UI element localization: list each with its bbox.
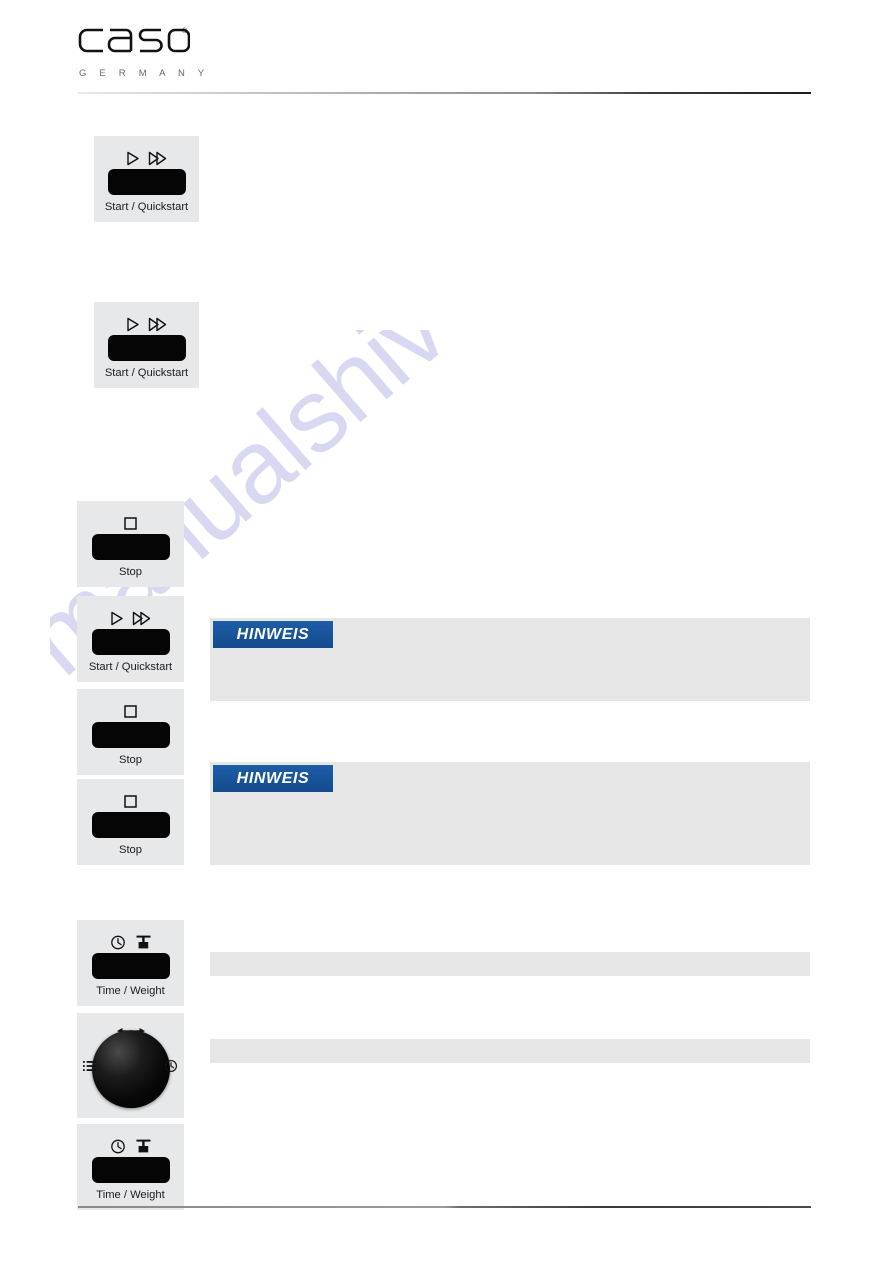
control-tile-start-quickstart-3[interactable]: Start / Quickstart [77, 596, 184, 682]
caso-logo: ® G E R M A N Y [78, 24, 204, 86]
tile-key-surface[interactable] [107, 168, 186, 195]
note-box-2: HINWEIS [210, 762, 810, 865]
tile-label: Stop [118, 565, 142, 578]
note-badge: HINWEIS [213, 765, 333, 792]
fast-forward-icon [132, 611, 152, 626]
tile-icon-group [123, 789, 138, 809]
square-stop-icon [123, 516, 138, 531]
header-divider [78, 92, 811, 94]
note-box-1: HINWEIS [210, 618, 810, 701]
footer-divider [78, 1206, 811, 1208]
clock-icon [164, 1059, 178, 1073]
play-icon [126, 317, 139, 332]
tile-key-surface[interactable] [107, 334, 186, 361]
tile-icon-group [110, 930, 152, 950]
tile-key-surface[interactable] [91, 533, 170, 560]
tile-key-surface[interactable] [91, 628, 170, 655]
tile-label: Stop [118, 753, 142, 766]
clock-icon [110, 934, 126, 950]
fast-forward-icon [148, 317, 168, 332]
tile-icon-group [110, 1134, 152, 1154]
clock-icon [110, 1138, 126, 1154]
table-row [210, 1039, 810, 1063]
play-icon [126, 151, 139, 166]
rotary-knob-dial[interactable] [91, 1029, 170, 1108]
control-tile-time-weight-1[interactable]: Time / Weight [77, 920, 184, 1006]
control-tile-time-weight-2[interactable]: Time / Weight [77, 1124, 184, 1210]
weight-scale-icon [135, 934, 152, 950]
tile-key-surface[interactable] [91, 952, 170, 979]
tile-icon-group [126, 312, 168, 332]
tile-icon-group [123, 511, 138, 531]
fast-forward-icon [148, 151, 168, 166]
control-tile-stop-1[interactable]: Stop [77, 501, 184, 587]
control-tile-stop-2[interactable]: Stop [77, 689, 184, 775]
tile-label: Start / Quickstart [88, 660, 173, 673]
page-header: ® G E R M A N Y [78, 24, 811, 96]
tile-icon-group [123, 699, 138, 719]
tile-label: Start / Quickstart [104, 200, 189, 213]
brand-subtitle: G E R M A N Y [79, 68, 210, 79]
table-row [210, 952, 810, 976]
caso-wordmark-icon: ® [78, 24, 191, 58]
tile-icon-group [110, 606, 152, 626]
tile-label: Start / Quickstart [104, 366, 189, 379]
weight-scale-icon [135, 1138, 152, 1154]
tile-key-surface[interactable] [91, 811, 170, 838]
tile-icon-group [126, 146, 168, 166]
table-row-text [210, 1039, 810, 1047]
tile-key-surface[interactable] [91, 721, 170, 748]
control-tile-stop-3[interactable]: Stop [77, 779, 184, 865]
note-badge: HINWEIS [213, 621, 333, 648]
tile-label: Stop [118, 843, 142, 856]
control-tile-start-quickstart-2[interactable]: Start / Quickstart [94, 302, 199, 388]
control-tile-start-quickstart-1[interactable]: Start / Quickstart [94, 136, 199, 222]
play-icon [110, 611, 123, 626]
tile-label: Time / Weight [96, 984, 165, 997]
registered-mark: ® [182, 27, 188, 35]
menu-lines-icon [83, 1060, 97, 1072]
control-tile-rotary-knob[interactable] [77, 1013, 184, 1118]
tile-key-surface[interactable] [91, 1156, 170, 1183]
table-row-text [210, 952, 810, 960]
square-stop-icon [123, 704, 138, 719]
square-stop-icon [123, 794, 138, 809]
tile-label: Time / Weight [96, 1188, 165, 1201]
document-page: ® G E R M A N Y manualshive.com Start / … [0, 0, 893, 1263]
